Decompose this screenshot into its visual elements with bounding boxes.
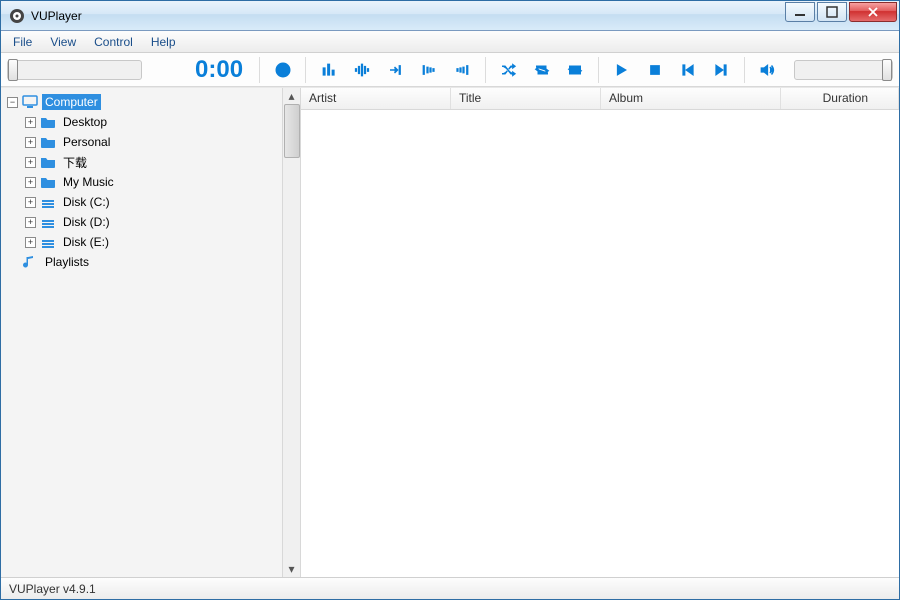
play-button[interactable] xyxy=(609,57,634,83)
tree-node-playlists[interactable]: Playlists xyxy=(1,252,300,272)
content-area: − Computer + Desktop + Personal + 下载 + My Music… xyxy=(1,87,899,577)
status-text: VUPlayer v4.9.1 xyxy=(9,582,96,596)
convert-button[interactable] xyxy=(383,57,408,83)
scroll-down-icon[interactable]: ▾ xyxy=(284,561,300,577)
minimize-button[interactable] xyxy=(785,2,815,22)
folder-icon xyxy=(40,174,56,190)
seek-thumb[interactable] xyxy=(8,59,18,81)
skip-back-markers-button[interactable] xyxy=(416,57,441,83)
titlebar[interactable]: VUPlayer xyxy=(1,1,899,31)
shuffle-button[interactable] xyxy=(496,57,521,83)
track-list-pane: Artist Title Album Duration xyxy=(301,88,899,577)
previous-button[interactable] xyxy=(675,57,700,83)
column-title[interactable]: Title xyxy=(451,88,601,109)
tree-node[interactable]: + Personal xyxy=(1,132,300,152)
skip-fwd-markers-button[interactable] xyxy=(450,57,475,83)
column-artist[interactable]: Artist xyxy=(301,88,451,109)
expand-icon[interactable]: + xyxy=(25,197,36,208)
list-header: Artist Title Album Duration xyxy=(301,88,899,110)
menu-view[interactable]: View xyxy=(42,33,84,51)
statusbar: VUPlayer v4.9.1 xyxy=(1,577,899,599)
maximize-button[interactable] xyxy=(817,2,847,22)
tree-pane: − Computer + Desktop + Personal + 下载 + My Music… xyxy=(1,88,301,577)
disk-icon xyxy=(40,214,56,230)
tree-node[interactable]: + Disk (C:) xyxy=(1,192,300,212)
folder-icon xyxy=(40,114,56,130)
menu-file[interactable]: File xyxy=(5,33,40,51)
separator xyxy=(598,57,599,83)
visualizer-button[interactable] xyxy=(350,57,375,83)
equalizer-button[interactable] xyxy=(316,57,341,83)
scroll-thumb[interactable] xyxy=(284,104,300,158)
expand-icon[interactable]: + xyxy=(25,217,36,228)
toolbar: 0:00 xyxy=(1,53,899,87)
volume-icon[interactable] xyxy=(755,57,780,83)
music-note-icon xyxy=(22,254,38,270)
tree-label: Computer xyxy=(42,94,101,110)
repeat-all-button[interactable] xyxy=(562,57,587,83)
folder-icon xyxy=(40,154,56,170)
column-duration[interactable]: Duration xyxy=(781,88,899,109)
expand-icon[interactable]: + xyxy=(25,157,36,168)
tree-node[interactable]: + Disk (D:) xyxy=(1,212,300,232)
collapse-icon[interactable]: − xyxy=(7,97,18,108)
tree-label: 下载 xyxy=(60,153,90,172)
disk-icon xyxy=(40,194,56,210)
folder-icon xyxy=(40,134,56,150)
tree-label: My Music xyxy=(60,174,117,190)
separator xyxy=(259,57,260,83)
menu-control[interactable]: Control xyxy=(86,33,141,51)
app-window: VUPlayer File View Control Help 0:00 xyxy=(0,0,900,600)
expand-icon[interactable]: + xyxy=(25,117,36,128)
tree-scrollbar[interactable]: ▴ ▾ xyxy=(282,88,300,577)
volume-thumb[interactable] xyxy=(882,59,892,81)
tree-node[interactable]: + My Music xyxy=(1,172,300,192)
tree-node[interactable]: + Desktop xyxy=(1,112,300,132)
time-display: 0:00 xyxy=(150,56,249,84)
seek-slider[interactable] xyxy=(7,60,142,80)
monitor-icon xyxy=(22,94,38,110)
stop-button[interactable] xyxy=(642,57,667,83)
tree-node-computer[interactable]: − Computer xyxy=(1,92,300,112)
close-button[interactable] xyxy=(849,2,897,22)
tree-label: Disk (E:) xyxy=(60,234,112,250)
separator xyxy=(485,57,486,83)
expand-icon[interactable]: + xyxy=(25,177,36,188)
folder-tree[interactable]: − Computer + Desktop + Personal + 下载 + My Music… xyxy=(1,88,300,276)
track-list[interactable] xyxy=(301,110,899,577)
expand-icon[interactable]: + xyxy=(25,237,36,248)
separator xyxy=(744,57,745,83)
window-title: VUPlayer xyxy=(31,9,783,23)
tree-label: Personal xyxy=(60,134,113,150)
scroll-up-icon[interactable]: ▴ xyxy=(284,88,300,104)
tree-node[interactable]: + 下载 xyxy=(1,152,300,172)
tree-label: Desktop xyxy=(60,114,110,130)
expand-icon[interactable]: + xyxy=(25,137,36,148)
app-icon xyxy=(9,8,25,24)
window-controls xyxy=(783,2,897,22)
tree-label: Playlists xyxy=(42,254,92,270)
volume-slider[interactable] xyxy=(794,60,893,80)
next-button[interactable] xyxy=(709,57,734,83)
column-album[interactable]: Album xyxy=(601,88,781,109)
menu-help[interactable]: Help xyxy=(143,33,184,51)
disk-icon xyxy=(40,234,56,250)
tree-label: Disk (C:) xyxy=(60,194,113,210)
menubar: File View Control Help xyxy=(1,31,899,53)
info-button[interactable] xyxy=(270,57,295,83)
tree-label: Disk (D:) xyxy=(60,214,113,230)
tree-node[interactable]: + Disk (E:) xyxy=(1,232,300,252)
separator xyxy=(305,57,306,83)
repeat-one-button[interactable] xyxy=(529,57,554,83)
